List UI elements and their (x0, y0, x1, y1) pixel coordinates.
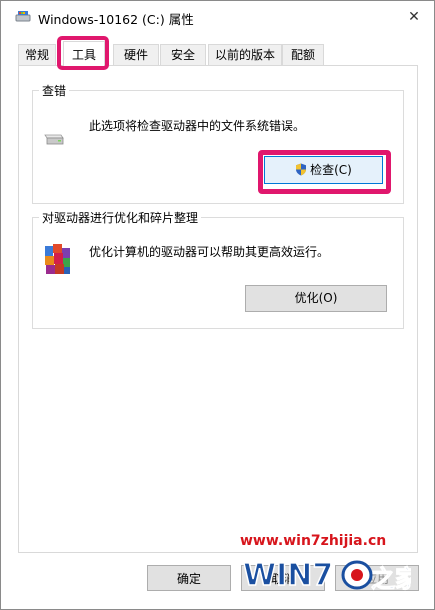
close-button[interactable]: ✕ (399, 3, 429, 31)
error-check-description: 此选项将检查驱动器中的文件系统错误。 (89, 119, 306, 133)
tools-tab-highlight (57, 36, 109, 70)
optimize-description: 优化计算机的驱动器可以帮助其更高效运行。 (89, 245, 330, 259)
drive-icon (15, 11, 31, 22)
ok-button[interactable]: 确定 (147, 565, 231, 591)
tab-quota[interactable]: 配额 (282, 44, 324, 65)
tab-previous-versions[interactable]: 以前的版本 (208, 44, 282, 65)
watermark-logo-suffix: 之家 (371, 565, 411, 593)
watermark-logo-text: WIN7 (243, 558, 333, 593)
check-button-highlight (258, 150, 391, 194)
defrag-icon (45, 244, 70, 274)
tab-security[interactable]: 安全 (160, 44, 206, 65)
error-check-title: 查错 (39, 82, 70, 99)
drive-icon (44, 134, 64, 145)
title-bar: Windows-10162 (C:) 属性 ✕ (1, 1, 434, 33)
optimize-title: 对驱动器进行优化和碎片整理 (39, 209, 202, 226)
tab-hardware[interactable]: 硬件 (113, 44, 159, 65)
close-icon: ✕ (408, 9, 420, 25)
optimize-button[interactable]: 优化(O) (245, 285, 387, 312)
watermark-url: www.win7zhijia.cn (240, 533, 387, 549)
optimize-group: 对驱动器进行优化和碎片整理 优化计算机的驱动器可以帮助其更高效运行。 (32, 209, 404, 329)
properties-dialog: Windows-10162 (C:) 属性 ✕ 常规 工具 硬件 安全 以前的版… (0, 0, 435, 610)
watermark-logo: WIN7 之家 (242, 557, 411, 594)
tab-general[interactable]: 常规 (18, 44, 56, 65)
window-title: Windows-10162 (C:) 属性 (38, 12, 194, 27)
